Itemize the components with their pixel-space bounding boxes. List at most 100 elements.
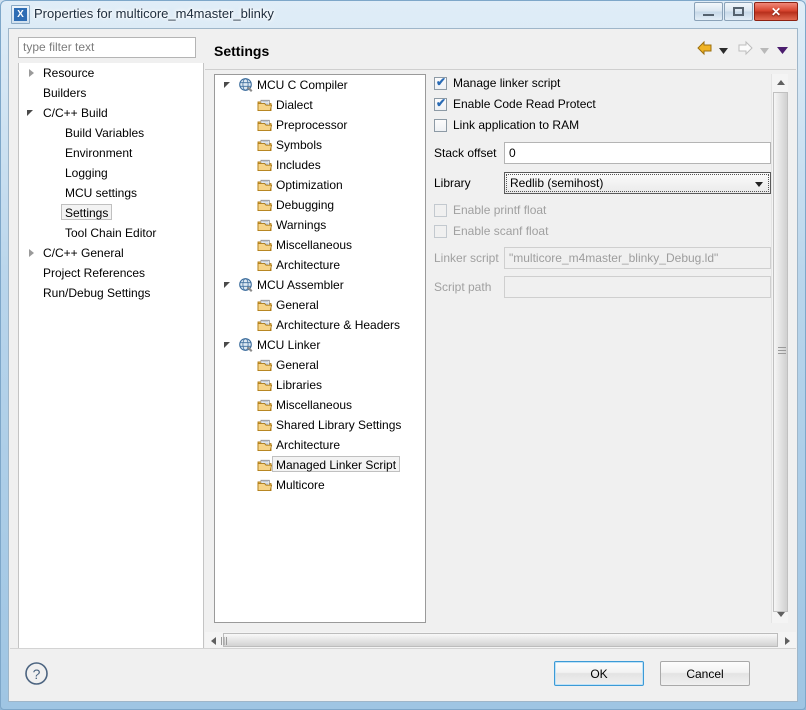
sidebar-item-builders[interactable]: Builders (19, 83, 203, 103)
library-chevron-down-icon[interactable] (755, 182, 763, 187)
settings-vertical-scrollbar[interactable] (771, 74, 788, 623)
settings-tree-item-miscellaneous[interactable]: Miscellaneous (215, 235, 425, 255)
settings-tree-item-architecture-headers[interactable]: Architecture & Headers (215, 315, 425, 335)
sidebar-item-label: Environment (65, 146, 133, 160)
sidebar-item-run-debug-settings[interactable]: Run/Debug Settings (19, 283, 203, 303)
scroll-down-triangle-down-icon[interactable] (772, 606, 789, 623)
sidebar-item-resource[interactable]: Resource (19, 63, 203, 83)
settings-tree-item-mcu-c-compiler[interactable]: MCU C Compiler (215, 75, 425, 95)
close-button[interactable]: ✕ (754, 2, 798, 21)
back-arrow-icon[interactable] (696, 40, 714, 59)
settings-tree-item-multicore[interactable]: Multicore (215, 475, 425, 495)
folder-page-icon (257, 237, 273, 253)
stack-offset-row: Stack offset 0 (434, 142, 771, 166)
manage-linker-script-row[interactable]: ✔ Manage linker script (434, 74, 771, 95)
settings-tree-item-label: Architecture (276, 438, 341, 452)
sidebar-item-label: Builders (43, 86, 87, 100)
navigation-tree[interactable]: Resource Builders C/C++ Build Build Variabl… (18, 63, 204, 675)
sidebar-item-c-c-build[interactable]: C/C++ Build (19, 103, 203, 123)
sidebar-item-settings[interactable]: Settings (19, 203, 203, 223)
view-menu-icon[interactable] (777, 43, 788, 57)
dialog-footer: ? OK Cancel (10, 648, 796, 700)
sidebar-item-tool-chain-editor[interactable]: Tool Chain Editor (19, 223, 203, 243)
settings-tree-item-miscellaneous[interactable]: Miscellaneous (215, 395, 425, 415)
scroll-up-triangle-up-icon[interactable] (772, 74, 789, 91)
properties-dialog-window: X Properties for multicore_m4master_blin… (0, 0, 806, 710)
settings-horizontal-scrollbar[interactable] (205, 632, 796, 649)
settings-tree-item-label: Debugging (276, 198, 335, 212)
settings-tree-item-dialect[interactable]: Dialect (215, 95, 425, 115)
settings-tree-item-optimization[interactable]: Optimization (215, 175, 425, 195)
vertical-scrollbar-thumb[interactable] (773, 92, 788, 612)
settings-tree-item-label: Managed Linker Script (272, 455, 401, 475)
back-dropdown-chevron-down-icon[interactable] (718, 43, 728, 57)
settings-tree-item-debugging[interactable]: Debugging (215, 195, 425, 215)
settings-tree-item-mcu-assembler[interactable]: MCU Assembler (215, 275, 425, 295)
folder-page-icon (257, 477, 273, 493)
manage-linker-script-checkbox[interactable]: ✔ (434, 76, 447, 90)
scroll-right-triangle-right-icon[interactable] (779, 632, 796, 649)
settings-tree-item-includes[interactable]: Includes (215, 155, 425, 175)
filter-input[interactable]: type filter text (18, 37, 196, 58)
folder-page-icon (257, 457, 273, 473)
maximize-button[interactable] (724, 2, 753, 21)
link-application-to-ram-row[interactable]: Link application to RAM (434, 116, 771, 137)
settings-tree-item-label: Optimization (276, 178, 343, 192)
horizontal-scrollbar-thumb[interactable] (221, 633, 778, 647)
tool-globe-icon (238, 337, 254, 353)
library-selected-value: Redlib (semihost) (510, 176, 604, 190)
settings-tree-item-architecture[interactable]: Architecture (215, 255, 425, 275)
script-path-input (504, 276, 771, 298)
settings-tree-item-architecture[interactable]: Architecture (215, 435, 425, 455)
settings-tree-item-general[interactable]: General (215, 355, 425, 375)
settings-tree-item-label: Libraries (276, 378, 323, 392)
folder-page-icon (257, 397, 273, 413)
stack-offset-input[interactable]: 0 (504, 142, 771, 164)
expander-collapse-triangle-down-icon[interactable] (224, 75, 235, 95)
expander-collapse-triangle-down-icon[interactable] (27, 103, 38, 123)
tool-globe-icon (238, 77, 254, 93)
sidebar-item-label: C/C++ Build (43, 106, 108, 120)
expander-collapse-triangle-down-icon[interactable] (224, 335, 235, 355)
enable-code-read-protect-row[interactable]: ✔ Enable Code Read Protect (434, 95, 771, 116)
title-bar[interactable]: X Properties for multicore_m4master_blin… (0, 0, 806, 28)
library-combobox[interactable]: Redlib (semihost) (504, 172, 771, 194)
enable-scanf-float-label: Enable scanf float (453, 224, 549, 238)
settings-tree-item-libraries[interactable]: Libraries (215, 375, 425, 395)
expander-expand-triangle-right-icon[interactable] (27, 243, 38, 263)
enable-printf-float-label: Enable printf float (453, 203, 547, 217)
sidebar-item-environment[interactable]: Environment (19, 143, 203, 163)
settings-tree-item-label: Symbols (276, 138, 323, 152)
settings-tree-item-managed-linker-script[interactable]: Managed Linker Script (215, 455, 425, 475)
settings-tree[interactable]: MCU C Compiler Dialect Preprocessor Symbols… (214, 74, 426, 623)
enable-code-read-protect-label: Enable Code Read Protect (453, 97, 596, 111)
window-title: Properties for multicore_m4master_blinky (34, 6, 274, 21)
minimize-button[interactable] (694, 2, 723, 21)
linker-script-row: Linker script "multicore_m4master_blinky… (434, 247, 771, 271)
sidebar-item-project-references[interactable]: Project References (19, 263, 203, 283)
ok-button[interactable]: OK (554, 661, 644, 686)
cancel-button[interactable]: Cancel (660, 661, 750, 686)
settings-tree-item-mcu-linker[interactable]: MCU Linker (215, 335, 425, 355)
folder-page-icon (257, 297, 273, 313)
folder-page-icon (257, 357, 273, 373)
sidebar-item-build-variables[interactable]: Build Variables (19, 123, 203, 143)
sidebar-item-label: Build Variables (65, 126, 145, 140)
settings-tree-item-symbols[interactable]: Symbols (215, 135, 425, 155)
help-question-icon[interactable]: ? (24, 661, 49, 689)
folder-page-icon (257, 317, 273, 333)
sidebar-item-mcu-settings[interactable]: MCU settings (19, 183, 203, 203)
settings-tree-item-warnings[interactable]: Warnings (215, 215, 425, 235)
settings-tree-item-preprocessor[interactable]: Preprocessor (215, 115, 425, 135)
link-application-to-ram-checkbox[interactable] (434, 119, 447, 132)
settings-tree-item-label: MCU Linker (257, 338, 321, 352)
settings-tree-item-shared-library-settings[interactable]: Shared Library Settings (215, 415, 425, 435)
sidebar-item-logging[interactable]: Logging (19, 163, 203, 183)
settings-tree-item-general[interactable]: General (215, 295, 425, 315)
expander-expand-triangle-right-icon[interactable] (27, 63, 38, 83)
sidebar-item-c-c-general[interactable]: C/C++ General (19, 243, 203, 263)
managed-linker-script-form: ✔ Manage linker script ✔ Enable Code Rea… (434, 74, 771, 623)
enable-code-read-protect-checkbox[interactable]: ✔ (434, 97, 447, 111)
expander-collapse-triangle-down-icon[interactable] (224, 275, 235, 295)
enable-scanf-float-row: Enable scanf float (434, 222, 771, 243)
